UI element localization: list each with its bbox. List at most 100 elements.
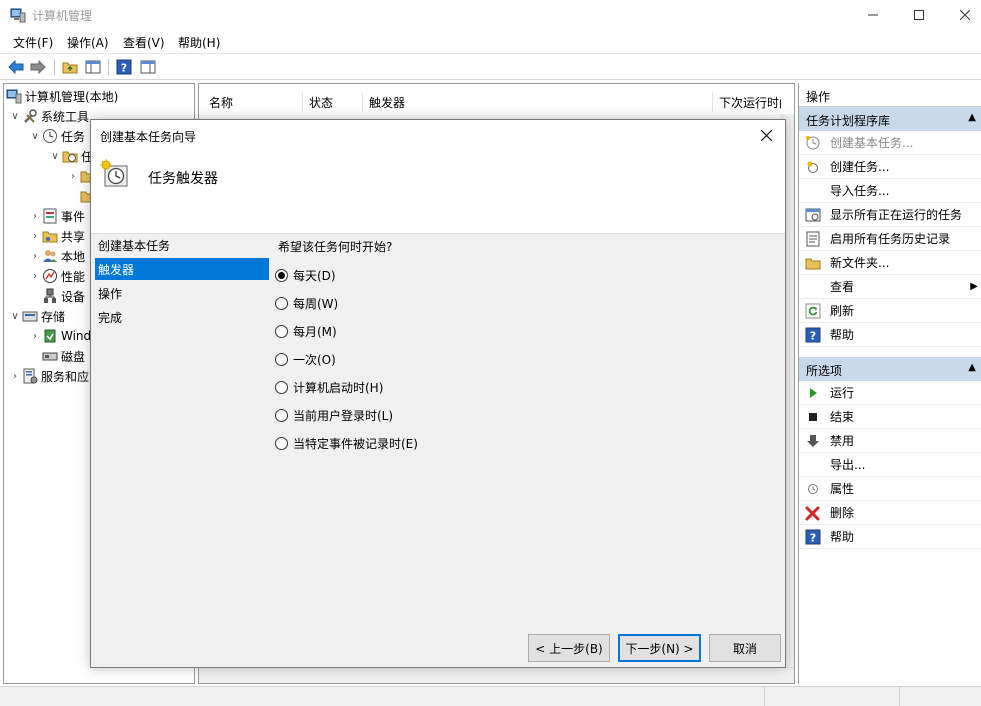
history-icon — [805, 231, 821, 247]
radio-computer-starts[interactable]: 计算机启动时(H) — [275, 377, 383, 397]
radio-button[interactable] — [275, 436, 288, 450]
tree-item-shared-folders[interactable]: › 共享 — [28, 226, 85, 246]
cancel-button[interactable]: 取消 — [709, 634, 781, 662]
section-task-scheduler-library[interactable]: 任务计划程序库 ▲ — [799, 107, 981, 131]
action-new-folder[interactable]: 新文件夹... — [799, 251, 981, 275]
action-pane-button[interactable] — [139, 58, 157, 76]
tree-item-services-applications[interactable]: › 服务和应 — [8, 366, 89, 386]
chevron-right-icon[interactable]: › — [66, 171, 80, 182]
tree-item-task-scheduler[interactable]: ∨ 任务 — [28, 126, 85, 146]
action-import-task[interactable]: 导入任务... — [799, 179, 981, 203]
next-step-button[interactable]: 下一步(N) > — [618, 634, 701, 662]
radio-monthly[interactable]: 每月(M) — [275, 321, 337, 341]
tree-item-event-viewer[interactable]: › 事件 — [28, 206, 85, 226]
section-title: 任务计划程序库 — [806, 114, 891, 128]
tree-item-label: 设备 — [61, 289, 86, 304]
close-window-button[interactable] — [942, 0, 981, 30]
actions-header: 操作 — [799, 83, 981, 107]
run-icon — [805, 385, 821, 401]
menu-file[interactable]: 文件(F) — [13, 34, 53, 51]
column-header-next-run[interactable]: 下次运行时间 — [713, 92, 781, 112]
chevron-right-icon[interactable]: › — [28, 271, 42, 282]
tree-item-disk-management[interactable]: 磁盘 — [28, 346, 85, 366]
help-toolbar-button[interactable]: ? — [115, 58, 133, 76]
radio-button[interactable] — [275, 324, 288, 338]
collapse-up-icon[interactable]: ▲ — [968, 362, 976, 373]
radio-button-checked[interactable] — [275, 268, 288, 282]
up-folder-button[interactable] — [61, 58, 79, 76]
stop-icon — [805, 409, 821, 425]
tree-item-task-scheduler-library[interactable]: ∨ 任 — [48, 146, 93, 166]
horizontal-scrollbar[interactable] — [199, 667, 794, 683]
tree-item-local-users[interactable]: › 本地 — [28, 246, 85, 266]
action-create-basic-task[interactable]: 创建基本任务... — [799, 131, 981, 155]
radio-button[interactable] — [275, 352, 288, 366]
column-header-triggers[interactable]: 触发器 — [363, 92, 713, 112]
event-viewer-icon — [42, 208, 58, 224]
tree-item-computer-management[interactable]: 计算机管理(本地) — [6, 86, 118, 106]
wizard-step-finish[interactable]: 完成 — [95, 306, 269, 328]
column-header-status[interactable]: 状态 — [303, 92, 363, 112]
menu-action[interactable]: 操作(A) — [67, 34, 109, 51]
menu-view[interactable]: 查看(V) — [123, 34, 165, 51]
radio-one-time[interactable]: 一次(O) — [275, 349, 336, 369]
forward-button[interactable] — [29, 58, 47, 76]
clock-icon — [42, 128, 58, 144]
radio-event-logged[interactable]: 当特定事件被记录时(E) — [275, 433, 418, 453]
collapse-up-icon[interactable]: ▲ — [968, 112, 976, 123]
radio-button[interactable] — [275, 296, 288, 310]
chevron-down-icon[interactable]: ∨ — [48, 151, 62, 162]
action-properties[interactable]: 属性 — [799, 477, 981, 501]
radio-button[interactable] — [275, 408, 288, 422]
action-delete[interactable]: 删除 — [799, 501, 981, 525]
radio-user-logs-on[interactable]: 当前用户登录时(L) — [275, 405, 393, 425]
action-enable-history[interactable]: 启用所有任务历史记录 — [799, 227, 981, 251]
status-segment — [0, 687, 765, 706]
action-help-selected[interactable]: ? 帮助 — [799, 525, 981, 549]
radio-daily[interactable]: 每天(D) — [275, 265, 336, 285]
action-end[interactable]: 结束 — [799, 405, 981, 429]
title-bar: 计算机管理 — [0, 0, 981, 30]
chevron-right-icon[interactable]: › — [28, 231, 42, 242]
back-button[interactable] — [7, 58, 25, 76]
action-view[interactable]: 查看 ▶ — [799, 275, 981, 299]
chevron-right-icon[interactable]: › — [28, 331, 42, 342]
maximize-button[interactable] — [896, 0, 942, 30]
tree-item-storage[interactable]: ∨ 存储 — [8, 306, 65, 326]
help-icon: ? — [805, 529, 821, 545]
action-help[interactable]: ? 帮助 — [799, 323, 981, 347]
tree-item-device-manager[interactable]: 设备 — [28, 286, 85, 306]
create-basic-task-wizard: 创建基本任务向导 任务触发器 创建基本任务 触发器 操作 完成 希望该任务何时开… — [90, 119, 786, 668]
column-header-name[interactable]: 名称 — [203, 92, 303, 112]
chevron-right-icon[interactable]: › — [8, 371, 22, 382]
action-disable[interactable]: 禁用 — [799, 429, 981, 453]
chevron-down-icon[interactable]: ∨ — [8, 111, 22, 122]
radio-weekly[interactable]: 每周(W) — [275, 293, 338, 313]
disable-icon — [805, 433, 821, 449]
tree-item-performance[interactable]: › 性能 — [28, 266, 85, 286]
section-selected-item[interactable]: 所选项 ▲ — [799, 357, 981, 381]
menu-help[interactable]: 帮助(H) — [178, 34, 220, 51]
show-hide-tree-button[interactable] — [84, 58, 102, 76]
dialog-close-button[interactable] — [751, 120, 781, 150]
chevron-down-icon[interactable]: ∨ — [28, 131, 42, 142]
action-refresh[interactable]: 刷新 — [799, 299, 981, 323]
wizard-step-trigger[interactable]: 触发器 — [95, 258, 269, 280]
wizard-step-action[interactable]: 操作 — [95, 282, 269, 304]
action-display-running-tasks[interactable]: 显示所有正在运行的任务 — [799, 203, 981, 227]
action-run[interactable]: 运行 — [799, 381, 981, 405]
tree-item-windows-backup[interactable]: › Wind — [28, 326, 91, 346]
back-step-button[interactable]: < 上一步(B) — [528, 634, 610, 662]
tree-item-label: 任务 — [61, 129, 86, 144]
tree-item-system-tools[interactable]: ∨ 系统工具 — [8, 106, 89, 126]
chevron-right-icon[interactable]: › — [28, 251, 42, 262]
forward-arrow-icon — [30, 60, 46, 74]
chevron-right-icon[interactable]: › — [28, 211, 42, 222]
radio-button[interactable] — [275, 380, 288, 394]
action-export[interactable]: 导出... — [799, 453, 981, 477]
chevron-down-icon[interactable]: ∨ — [8, 311, 22, 322]
wizard-step-create-basic-task[interactable]: 创建基本任务 — [95, 234, 269, 256]
action-create-task[interactable]: 创建任务... — [799, 155, 981, 179]
minimize-button[interactable] — [850, 0, 896, 30]
running-tasks-icon — [805, 207, 821, 223]
